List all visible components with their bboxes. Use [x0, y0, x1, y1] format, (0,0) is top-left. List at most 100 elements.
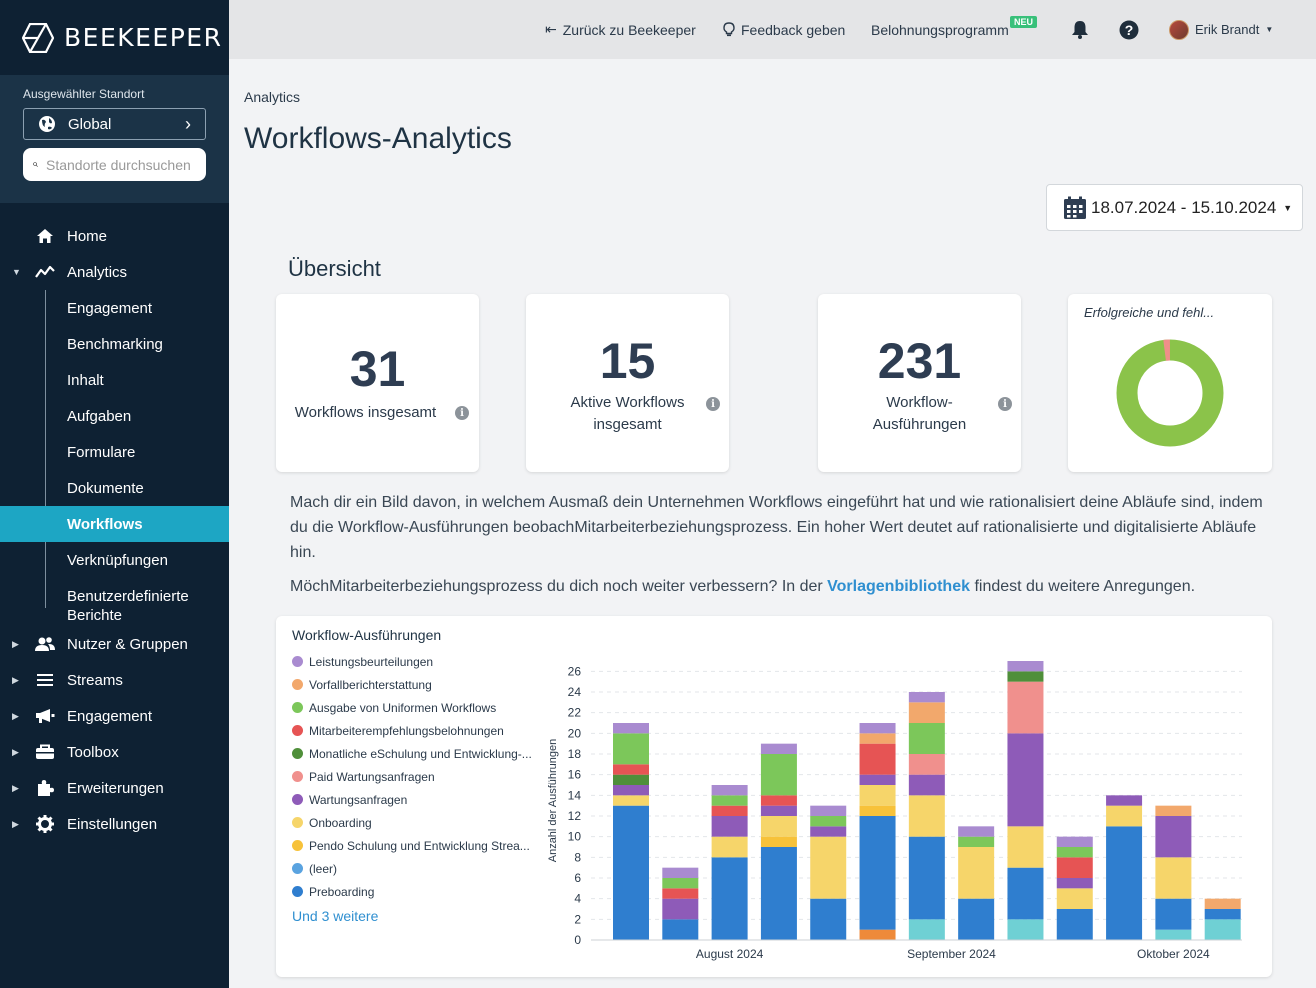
back-to-beekeeper-link[interactable]: ⇤ Zurück zu Beekeeper	[545, 0, 696, 59]
nav-engagement-label: Engagement	[67, 707, 153, 725]
nav-streams[interactable]: ▶ Streams	[0, 662, 229, 698]
bar-segment	[810, 816, 847, 827]
info-icon[interactable]: i	[455, 406, 469, 420]
bar-segment	[1007, 867, 1044, 920]
nav-engagement[interactable]: ▶ Engagement	[0, 698, 229, 734]
notifications-button[interactable]	[1071, 0, 1089, 59]
bar-segment	[613, 785, 649, 796]
user-name: Erik Brandt	[1195, 22, 1260, 37]
date-range-picker[interactable]: 18.07.2024 - 15.10.2024 ▼	[1046, 184, 1303, 231]
nav-extensions[interactable]: ▶ Erweiterungen	[0, 770, 229, 806]
bar-segment	[760, 805, 797, 816]
feedback-link[interactable]: Feedback geben	[723, 0, 845, 59]
bar-segment	[613, 805, 649, 940]
sub-verknuepfungen[interactable]: Verknüpfungen	[0, 542, 229, 578]
legend-dot-icon	[292, 863, 303, 874]
bar-segment	[908, 754, 945, 775]
caret-right-icon: ▶	[12, 782, 19, 793]
location-select[interactable]: Global ›	[23, 108, 206, 140]
legend-item[interactable]: Monatliche eSchulung und Entwicklung-...	[292, 742, 532, 765]
donut-card: Erfolgreiche und fehl...	[1068, 294, 1272, 472]
bar-segment	[613, 764, 649, 775]
legend-dot-icon	[292, 794, 303, 805]
legend-item[interactable]: Pendo Schulung und Entwicklung Strea...	[292, 834, 532, 857]
user-menu[interactable]: Erik Brandt ▼	[1169, 0, 1273, 59]
sub-engagement[interactable]: Engagement	[0, 290, 229, 326]
x-tick-label: Oktober 2024	[1137, 947, 1210, 961]
legend-item[interactable]: Paid Wartungsanfragen	[292, 765, 532, 788]
kpi-card-workflow-runs: 231 Workflow- Ausführungen i	[818, 294, 1021, 472]
bar-segment	[810, 836, 847, 899]
legend-item[interactable]: Ausgabe von Uniformen Workflows	[292, 696, 532, 719]
legend-dot-icon	[292, 771, 303, 782]
legend-dot-icon	[292, 656, 303, 667]
bar-segment	[711, 816, 748, 837]
caret-right-icon: ▶	[12, 746, 19, 757]
legend-item[interactable]: Wartungsanfragen	[292, 788, 532, 811]
nav-users-groups[interactable]: ▶ Nutzer & Gruppen	[0, 626, 229, 662]
caret-down-icon: ▼	[1265, 25, 1274, 34]
sub-formulare[interactable]: Formulare	[0, 434, 229, 470]
nav-settings[interactable]: ▶ Einstellungen	[0, 806, 229, 842]
sub-workflows[interactable]: Workflows	[0, 506, 229, 542]
bar-segment	[711, 836, 748, 858]
bar-segment	[711, 805, 748, 816]
kpi-label-line2: Ausführungen	[872, 416, 967, 433]
sub-aufgaben[interactable]: Aufgaben	[0, 398, 229, 434]
sub-dokumente[interactable]: Dokumente	[0, 470, 229, 506]
sub-benchmarking[interactable]: Benchmarking	[0, 326, 229, 362]
bar-segment	[711, 785, 748, 796]
bar-segment	[1155, 805, 1192, 816]
caret-down-icon: ▼	[12, 267, 21, 277]
help-button[interactable]: ?	[1119, 0, 1139, 59]
kpi-value: 231	[877, 333, 962, 389]
bar-segment	[958, 898, 995, 940]
bar-segment	[760, 836, 797, 847]
bar-segment	[1106, 826, 1143, 940]
rewards-link[interactable]: Belohnungsprogramm	[871, 0, 1009, 59]
bar-segment	[662, 867, 699, 878]
donut-chart[interactable]	[1113, 336, 1227, 450]
legend-item[interactable]: Onboarding	[292, 811, 532, 834]
sub-custom-reports-label: Benutzerdefinierte Berichte	[67, 588, 189, 624]
bar-segment	[662, 898, 699, 920]
breadcrumb[interactable]: Analytics	[244, 89, 300, 105]
template-hint-text-end: findest du weitere Anregungen.	[970, 578, 1196, 595]
legend-item[interactable]: Vorfallberichterstattung	[292, 673, 532, 696]
info-icon[interactable]: i	[998, 397, 1012, 411]
legend-more-link[interactable]: Und 3 weitere	[292, 908, 532, 924]
legend-label: Ausgabe von Uniformen Workflows	[309, 700, 497, 715]
stacked-bar-chart[interactable]: 02468101214161820222426Anzahl der Ausfüh…	[536, 656, 1256, 968]
toolbox-icon	[35, 743, 55, 761]
location-value: Global	[68, 115, 112, 133]
template-library-link[interactable]: Vorlagenbibliothek	[827, 578, 970, 595]
legend-item[interactable]: Preboarding	[292, 880, 532, 903]
legend-item[interactable]: (leer)	[292, 857, 532, 880]
bar-segment	[1056, 857, 1093, 878]
info-icon[interactable]: i	[706, 397, 720, 411]
bar-segment	[859, 785, 896, 806]
legend-item[interactable]: Mitarbeiterempfehlungsbelohnungen	[292, 719, 532, 742]
location-search-input[interactable]	[46, 156, 196, 173]
logo[interactable]: BEEKEEPER	[0, 0, 229, 75]
y-tick-label: 18	[568, 747, 582, 761]
nav-home[interactable]: Home	[0, 218, 229, 254]
legend-label: Wartungsanfragen	[309, 792, 408, 807]
bar-segment	[1155, 857, 1192, 899]
y-tick-label: 16	[568, 768, 582, 782]
bar-segment	[908, 919, 945, 940]
home-icon	[35, 227, 55, 245]
nav-toolbox[interactable]: ▶ Toolbox	[0, 734, 229, 770]
location-search[interactable]	[23, 148, 206, 181]
chart-title: Workflow-Ausführungen	[292, 627, 442, 643]
bar-segment	[908, 702, 945, 723]
nav-toolbox-label: Toolbox	[67, 743, 119, 761]
legend-item[interactable]: Leistungsbeurteilungen	[292, 650, 532, 673]
location-panel: Ausgewählter Standort Global ›	[0, 75, 229, 203]
legend-label: Paid Wartungsanfragen	[309, 769, 435, 784]
logo-text: BEEKEEPER	[64, 23, 223, 52]
legend-dot-icon	[292, 748, 303, 759]
bar-segment	[662, 888, 699, 899]
sub-inhalt[interactable]: Inhalt	[0, 362, 229, 398]
nav-analytics[interactable]: ▼ Analytics	[0, 254, 229, 290]
